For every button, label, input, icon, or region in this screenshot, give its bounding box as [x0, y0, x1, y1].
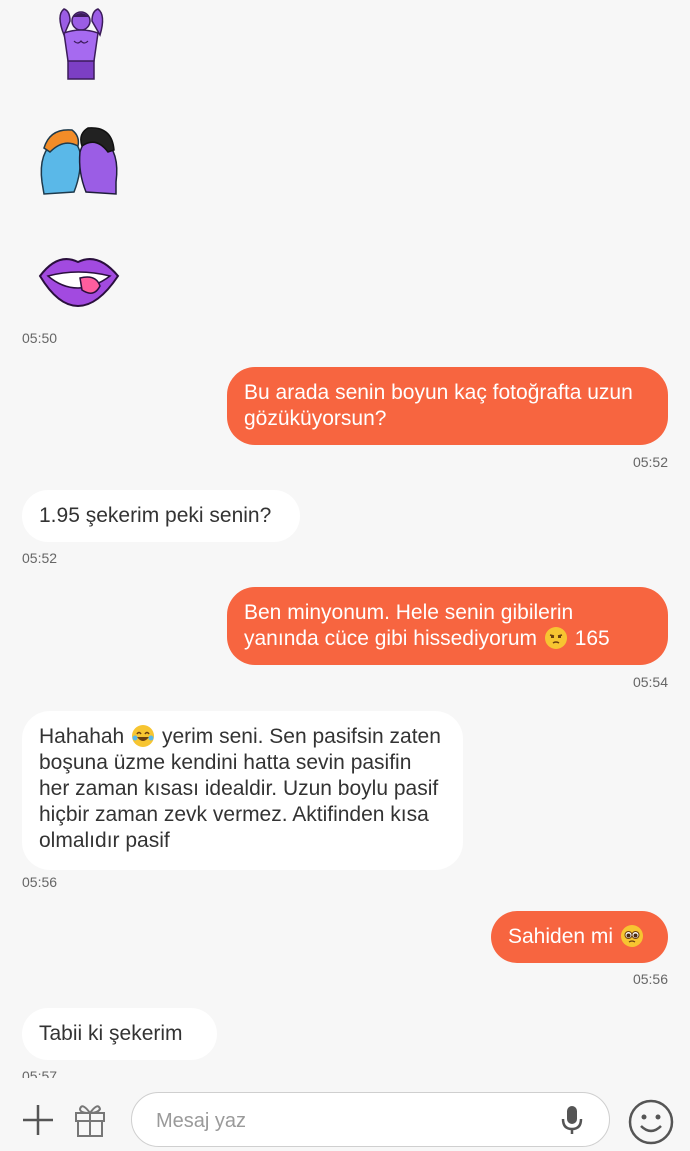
- message-timestamp: 05:52: [632, 454, 668, 470]
- message-timestamp: 05:56: [632, 971, 668, 987]
- outgoing-message[interactable]: Bu arada senin boyun kaç fotoğrafta uzun…: [227, 367, 668, 445]
- pleading-face-emoji: [620, 925, 643, 947]
- outgoing-message[interactable]: Ben minyonum. Hele senin gibilerin yanın…: [227, 587, 668, 665]
- message-input-box[interactable]: [131, 1092, 610, 1147]
- incoming-message[interactable]: Hahahah yerim seni. Sen pasifsin zaten b…: [22, 711, 463, 870]
- incoming-message[interactable]: 1.95 şekerim peki senin?: [22, 490, 300, 542]
- message-text: Ben minyonum. Hele senin gibilerin yanın…: [244, 601, 574, 650]
- tears-of-joy-emoji: [132, 725, 155, 747]
- muscle-man-sticker[interactable]: [34, 5, 124, 85]
- chat-area[interactable]: 05:50 Bu arada senin boyun kaç fotoğraft…: [0, 0, 690, 1078]
- message-timestamp: 05:52: [22, 550, 58, 566]
- message-timestamp: 05:56: [22, 874, 58, 890]
- message-text: 165: [574, 627, 610, 650]
- unamused-face-emoji: [544, 627, 567, 649]
- gift-icon[interactable]: [72, 1100, 108, 1143]
- incoming-message[interactable]: Tabii ki şekerim: [22, 1008, 217, 1060]
- message-timestamp: 05:50: [22, 330, 58, 346]
- message-text: Bu arada senin boyun kaç fotoğrafta uzun…: [244, 381, 633, 430]
- message-composer-bar: [0, 1078, 690, 1150]
- emoji-icon[interactable]: [627, 1098, 675, 1151]
- microphone-icon[interactable]: [559, 1104, 585, 1141]
- message-timestamp: 05:54: [632, 674, 668, 690]
- message-text: 1.95 şekerim peki senin?: [39, 504, 272, 527]
- lips-tongue-sticker[interactable]: [34, 244, 124, 324]
- message-input[interactable]: [154, 1103, 538, 1139]
- message-timestamp: 05:57: [22, 1068, 58, 1078]
- outgoing-message[interactable]: Sahiden mi: [491, 911, 668, 963]
- message-text: Sahiden mi: [508, 925, 614, 948]
- plus-icon[interactable]: [20, 1102, 56, 1143]
- message-text: Hahahah: [39, 725, 125, 748]
- message-text: Tabii ki şekerim: [39, 1022, 183, 1045]
- kissing-couple-sticker[interactable]: [34, 122, 124, 202]
